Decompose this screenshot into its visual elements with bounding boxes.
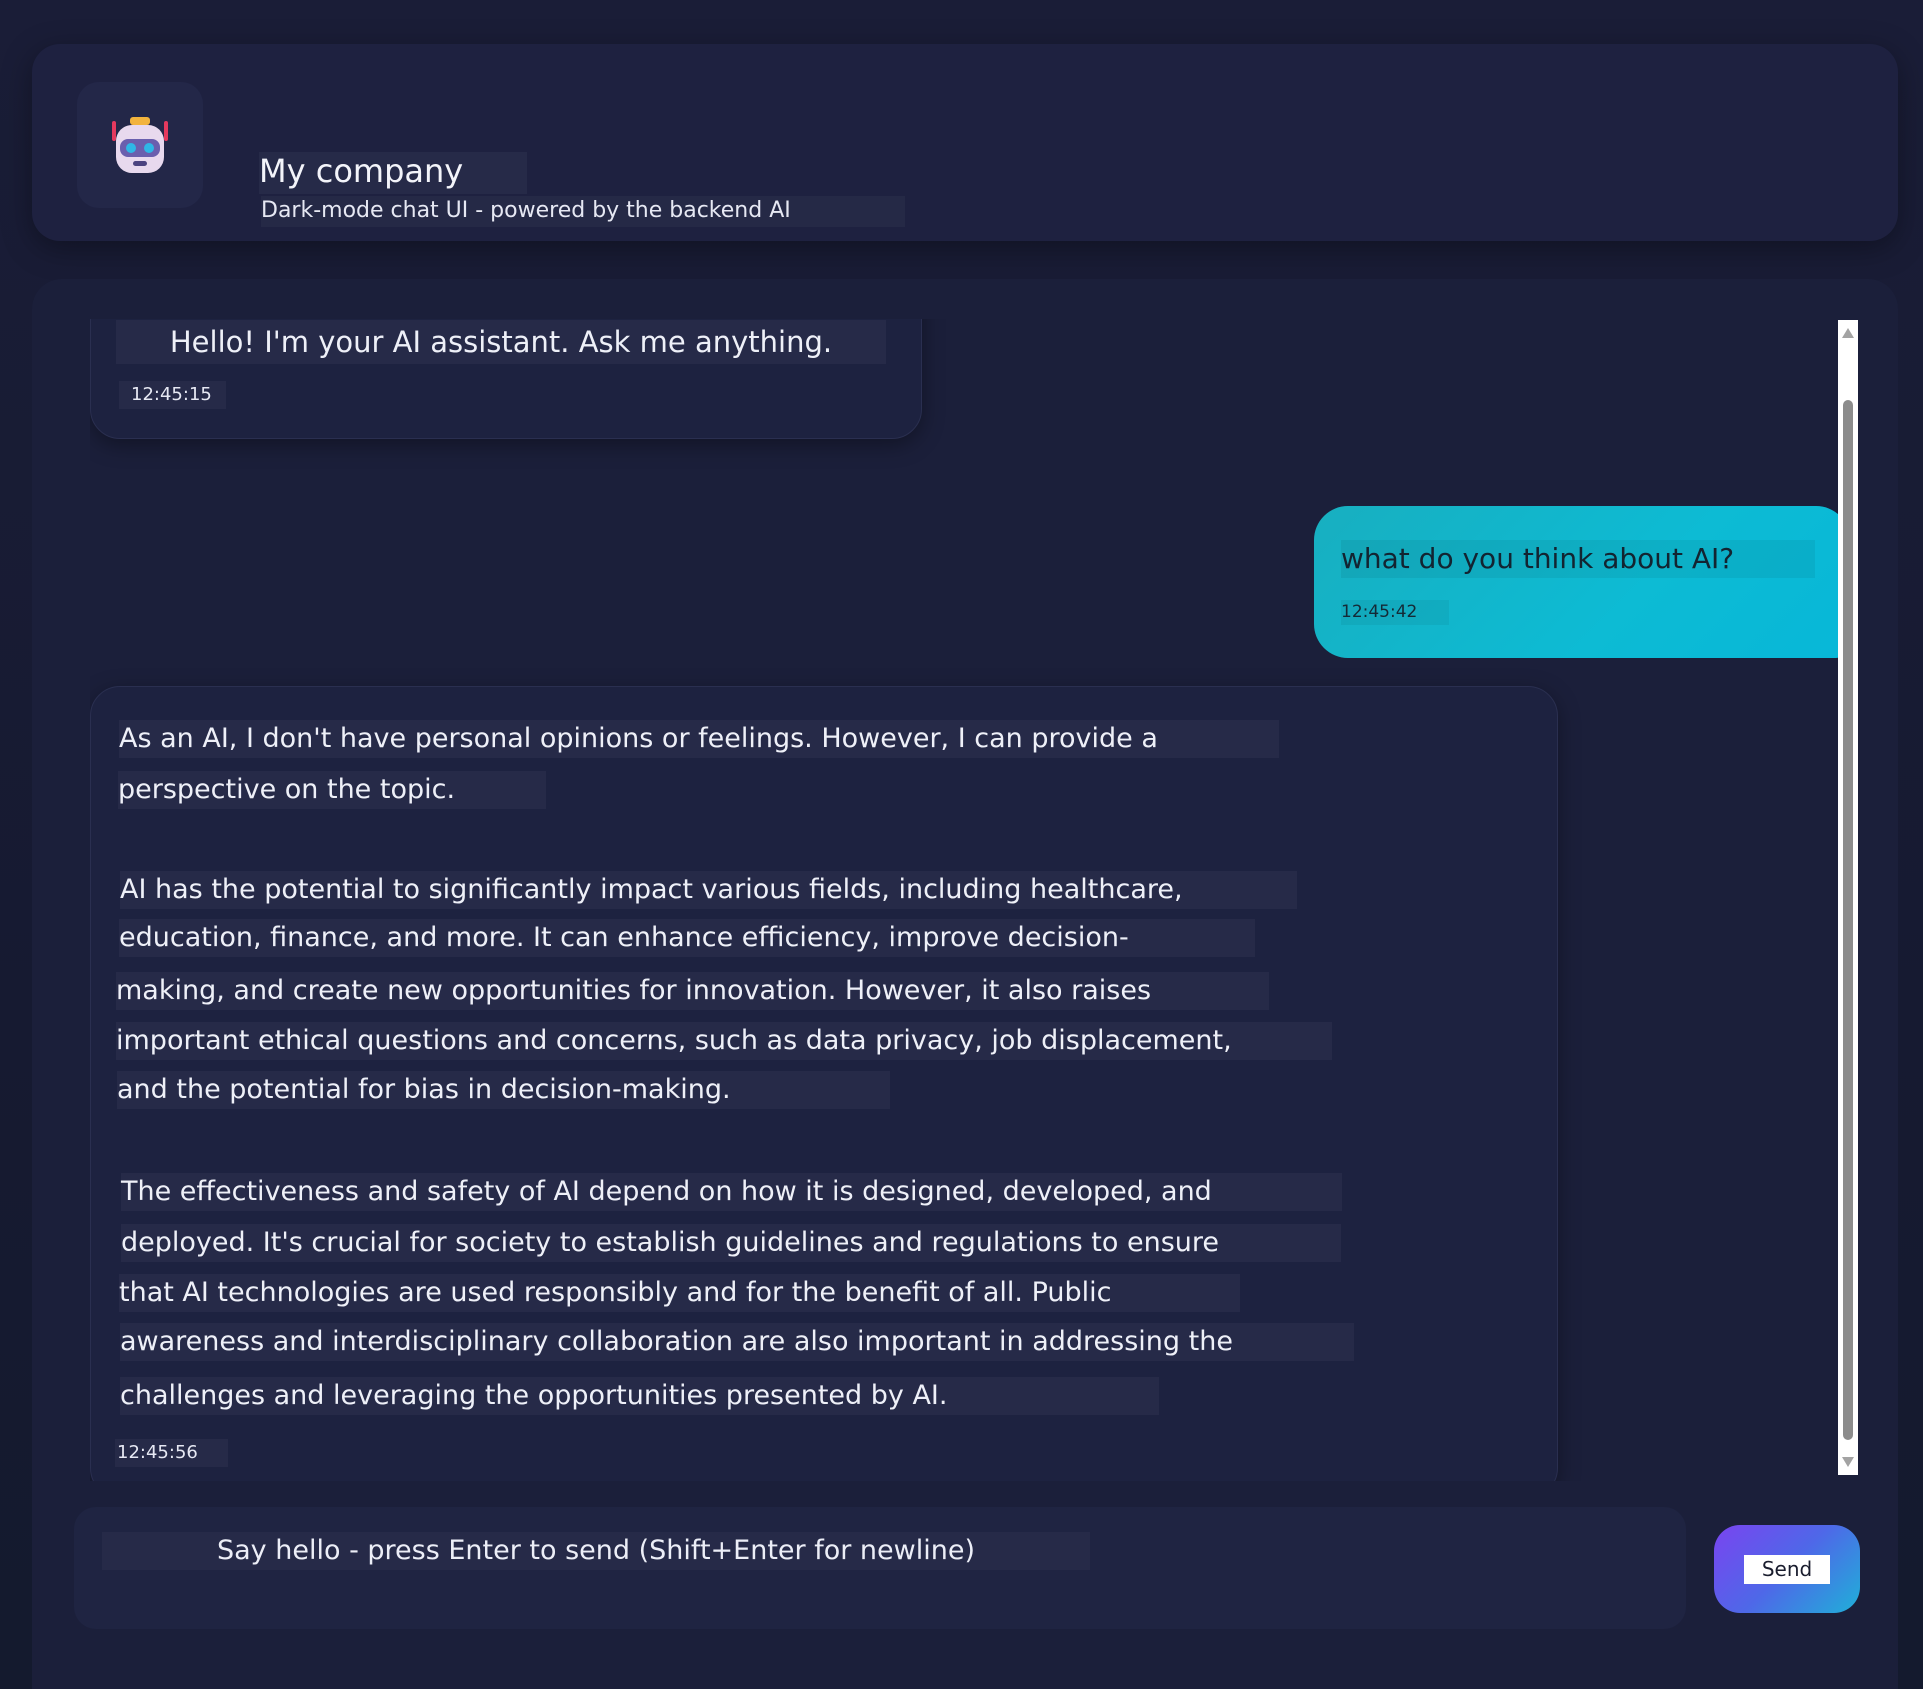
message-scrollbar[interactable] [1838, 320, 1858, 1475]
message-line: and the potential for bias in decision-m… [117, 1071, 890, 1109]
message-line: making, and create new opportunities for… [116, 972, 1269, 1010]
send-button-label: Send [1743, 1554, 1831, 1584]
page-title: My company [259, 152, 528, 194]
robot-icon [112, 117, 168, 173]
message-line: important ethical questions and concerns… [116, 1022, 1332, 1060]
message-line: that AI technologies are used responsibl… [119, 1274, 1240, 1312]
message-timestamp: 12:45:15 [119, 381, 226, 409]
scroll-up-arrow-icon[interactable] [1842, 328, 1854, 338]
message-line: awareness and interdisciplinary collabor… [120, 1323, 1354, 1361]
message-list[interactable]: Hello! I'm your AI assistant. Ask me any… [90, 319, 1850, 1481]
scroll-down-arrow-icon[interactable] [1842, 1457, 1854, 1467]
chat-header: My company Dark-mode chat UI - powered b… [32, 44, 1898, 241]
message-text: Hello! I'm your AI assistant. Ask me any… [116, 320, 886, 364]
message-timestamp: 12:45:42 [1341, 600, 1450, 625]
assistant-message: Hello! I'm your AI assistant. Ask me any… [90, 319, 922, 439]
message-line: deployed. It's crucial for society to es… [121, 1224, 1341, 1262]
message-line: AI has the potential to significantly im… [120, 871, 1297, 909]
message-text: what do you think about AI? [1341, 540, 1815, 578]
avatar [77, 82, 203, 208]
message-line: challenges and leveraging the opportunit… [120, 1377, 1159, 1415]
message-input[interactable]: Say hello - press Enter to send (Shift+E… [74, 1507, 1686, 1629]
page-subtitle: Dark-mode chat UI - powered by the backe… [261, 196, 905, 227]
chat-panel: Hello! I'm your AI assistant. Ask me any… [32, 279, 1898, 1689]
assistant-message: As an AI, I don't have personal opinions… [90, 686, 1558, 1481]
message-line: perspective on the topic. [118, 771, 546, 809]
send-button[interactable]: Send [1714, 1525, 1860, 1613]
message-line: The effectiveness and safety of AI depen… [121, 1173, 1342, 1211]
scroll-thumb[interactable] [1843, 400, 1853, 1440]
user-message: what do you think about AI? 12:45:42 [1314, 506, 1850, 658]
message-line: education, finance, and more. It can enh… [119, 919, 1255, 957]
message-line: As an AI, I don't have personal opinions… [119, 720, 1279, 758]
message-timestamp: 12:45:56 [115, 1439, 228, 1467]
message-input-placeholder: Say hello - press Enter to send (Shift+E… [102, 1532, 1090, 1570]
